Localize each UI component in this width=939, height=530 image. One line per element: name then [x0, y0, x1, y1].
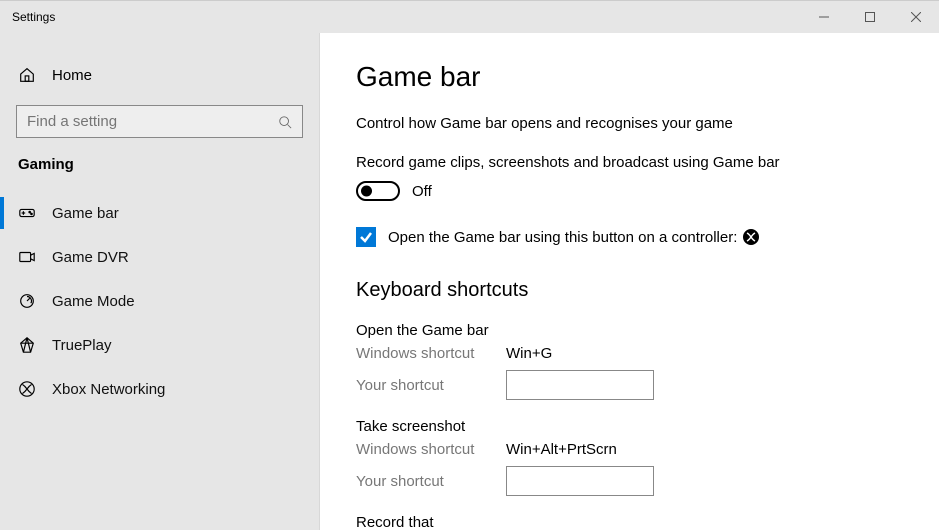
your-shortcut-label: Your shortcut [356, 473, 506, 490]
sidebar-item-label: Game Mode [52, 293, 135, 310]
sidebar-item-game-dvr[interactable]: Game DVR [0, 235, 319, 279]
sidebar-item-label: Game DVR [52, 249, 129, 266]
home-label: Home [52, 67, 92, 84]
minimize-button[interactable] [801, 1, 847, 33]
window-controls [801, 1, 939, 33]
shortcut-title: Open the Game bar [356, 322, 903, 339]
search-input[interactable] [16, 105, 303, 138]
sidebar-item-game-mode[interactable]: Game Mode [0, 279, 319, 323]
search-field[interactable] [27, 113, 278, 130]
section-label: Gaming [0, 156, 319, 173]
checkbox-label: Open the Game bar using this button on a… [388, 229, 759, 246]
maximize-button[interactable] [847, 1, 893, 33]
sidebar-item-trueplay[interactable]: TruePlay [0, 323, 319, 367]
titlebar: Settings [0, 1, 939, 33]
content-area: Game bar Control how Game bar opens and … [320, 33, 939, 530]
sidebar: Home Gaming Game bar Game DVR Ga [0, 33, 320, 530]
trueplay-icon [18, 336, 36, 354]
sidebar-item-game-bar[interactable]: Game bar [0, 191, 319, 235]
gamebar-icon [18, 204, 36, 222]
close-button[interactable] [893, 1, 939, 33]
xbox-icon [18, 380, 36, 398]
shortcut-take-screenshot: Take screenshot Windows shortcut Win+Alt… [356, 418, 903, 496]
your-shortcut-input[interactable] [506, 466, 654, 496]
page-description: Control how Game bar opens and recognise… [356, 115, 903, 132]
windows-shortcut-value: Win+Alt+PrtScrn [506, 441, 617, 458]
your-shortcut-label: Your shortcut [356, 377, 506, 394]
check-icon [359, 230, 373, 244]
your-shortcut-input[interactable] [506, 370, 654, 400]
search-icon [278, 115, 292, 129]
gamebar-toggle[interactable] [356, 181, 400, 201]
home-icon [18, 66, 36, 84]
sidebar-item-label: Xbox Networking [52, 381, 165, 398]
window-title: Settings [0, 10, 801, 24]
shortcuts-heading: Keyboard shortcuts [356, 279, 903, 302]
windows-shortcut-label: Windows shortcut [356, 345, 506, 362]
dvr-icon [18, 248, 36, 266]
cutoff-text: Record that [356, 514, 903, 530]
controller-checkbox[interactable] [356, 227, 376, 247]
toggle-description: Record game clips, screenshots and broad… [356, 154, 903, 171]
gamemode-icon [18, 292, 36, 310]
sidebar-item-label: TruePlay [52, 337, 111, 354]
toggle-state-label: Off [412, 183, 432, 200]
checkbox-text: Open the Game bar using this button on a… [388, 229, 737, 246]
page-title: Game bar [356, 61, 903, 93]
windows-shortcut-value: Win+G [506, 345, 552, 362]
toggle-knob [361, 186, 372, 197]
shortcut-title: Take screenshot [356, 418, 903, 435]
home-nav[interactable]: Home [0, 55, 319, 95]
shortcut-open-gamebar: Open the Game bar Windows shortcut Win+G… [356, 322, 903, 400]
xbox-controller-icon [743, 229, 759, 245]
sidebar-item-label: Game bar [52, 205, 119, 222]
windows-shortcut-label: Windows shortcut [356, 441, 506, 458]
sidebar-item-xbox-networking[interactable]: Xbox Networking [0, 367, 319, 411]
